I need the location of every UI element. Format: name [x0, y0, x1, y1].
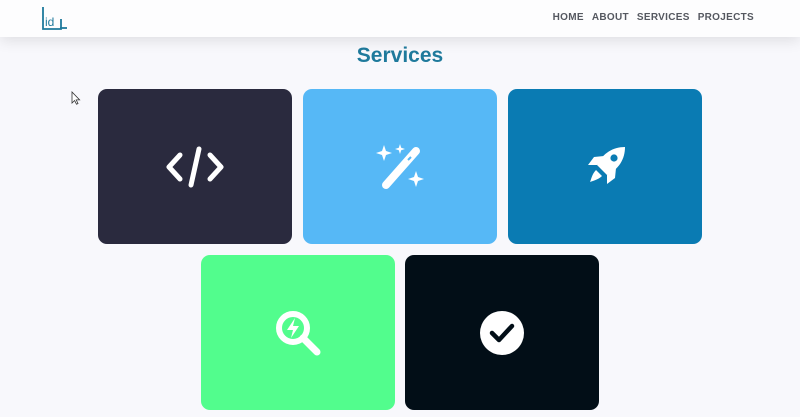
service-card-design[interactable]	[303, 89, 497, 244]
nav-link-about[interactable]: ABOUT	[592, 12, 629, 23]
logo[interactable]: id	[42, 6, 68, 30]
nav-menu: HOME ABOUT SERVICES PROJECTS	[553, 12, 754, 23]
service-card-quality[interactable]	[405, 255, 599, 410]
nav-link-services[interactable]: SERVICES	[637, 12, 690, 23]
logo-icon: id	[42, 7, 67, 30]
section-title: Services	[356, 44, 444, 67]
nav-link-projects[interactable]: PROJECTS	[698, 12, 754, 23]
service-card-development[interactable]	[98, 89, 292, 244]
search-bolt-icon	[276, 310, 321, 355]
service-card-launch[interactable]	[508, 89, 702, 244]
mouse-cursor-icon	[71, 91, 81, 105]
svg-text:id: id	[45, 15, 54, 29]
check-circle-icon	[480, 310, 524, 355]
navbar: id HOME ABOUT SERVICES PROJECTS	[0, 0, 800, 37]
service-card-optimization[interactable]	[201, 255, 395, 410]
nav-link-home[interactable]: HOME	[553, 12, 584, 23]
code-icon	[166, 146, 224, 187]
magic-wand-icon	[376, 143, 424, 189]
rocket-icon	[588, 146, 625, 184]
